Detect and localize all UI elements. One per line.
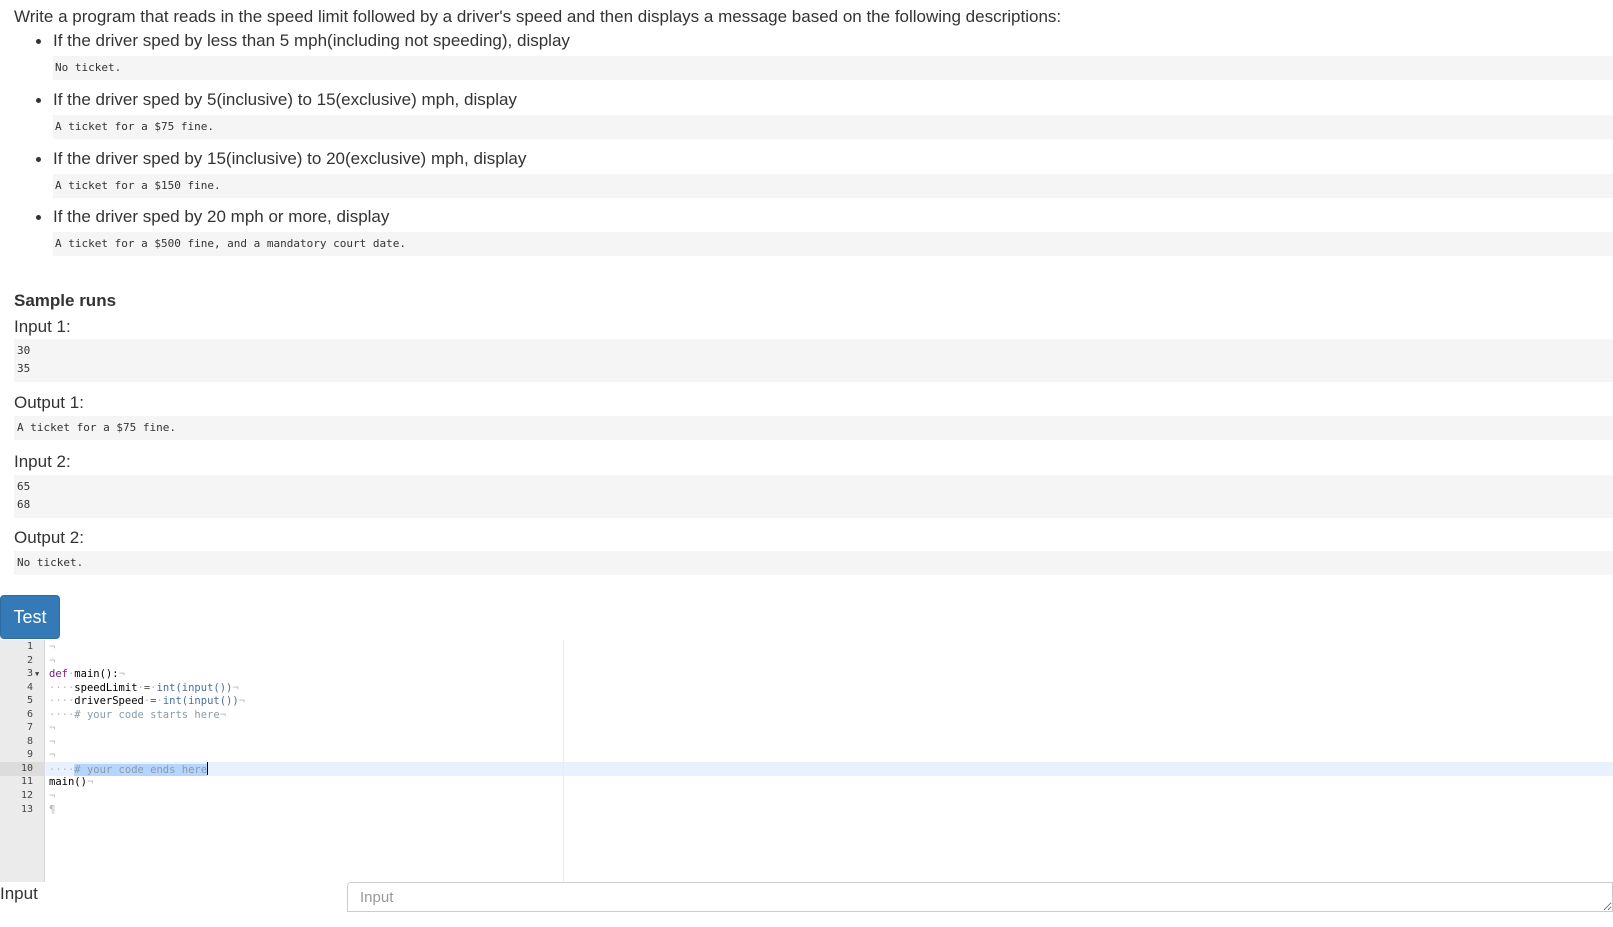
sample-runs-heading: Sample runs bbox=[14, 291, 117, 310]
comment-start: # your code starts here bbox=[74, 709, 220, 721]
speed-limit-var: speedLimit bbox=[74, 682, 138, 694]
active-line-highlight bbox=[0, 762, 1613, 776]
input2-label: Input 2: bbox=[14, 452, 71, 471]
problem-intro: Write a program that reads in the speed … bbox=[14, 7, 1062, 26]
rule-text: If the driver sped by less than 5 mph(in… bbox=[53, 31, 570, 50]
comment-end: # your code ends here bbox=[74, 764, 208, 776]
bullet bbox=[36, 157, 41, 162]
line-number: 1 bbox=[26, 641, 33, 652]
bullet bbox=[36, 215, 41, 220]
code-line: ¬ bbox=[49, 655, 56, 667]
output1-block: A ticket for a $75 fine. bbox=[14, 416, 1613, 440]
rule-output: A ticket for a $75 fine. bbox=[53, 115, 1613, 139]
line-number: 6 bbox=[26, 709, 33, 720]
text-cursor bbox=[207, 762, 209, 775]
rule-text: If the driver sped by 20 mph or more, di… bbox=[53, 207, 390, 226]
code-line: main()¬ bbox=[49, 776, 94, 788]
output2-label: Output 2: bbox=[14, 528, 84, 547]
output1-label: Output 1: bbox=[14, 393, 84, 412]
line-number: 13 bbox=[20, 804, 33, 815]
code-line: ¬ bbox=[49, 722, 56, 734]
input2-block: 65 68 bbox=[14, 475, 1613, 518]
rule-text: If the driver sped by 15(inclusive) to 2… bbox=[53, 149, 527, 168]
input1-block: 30 35 bbox=[14, 339, 1613, 382]
rule-text: If the driver sped by 5(inclusive) to 15… bbox=[53, 90, 517, 109]
input1-label: Input 1: bbox=[14, 317, 71, 336]
line-number: 7 bbox=[26, 722, 33, 733]
rule-output: No ticket. bbox=[53, 56, 1613, 80]
code-line: ····speedLimit·=·int(input())¬ bbox=[49, 682, 239, 694]
output2-block: No ticket. bbox=[14, 551, 1613, 575]
keyword-def: def bbox=[49, 668, 68, 680]
input-label: Input bbox=[0, 884, 38, 903]
line-number: 4 bbox=[26, 682, 33, 693]
bullet bbox=[36, 98, 41, 103]
driver-speed-expr: int(input()) bbox=[162, 695, 239, 707]
main-call: main() bbox=[49, 776, 87, 788]
print-margin bbox=[563, 640, 564, 882]
code-line: ¬ bbox=[49, 641, 56, 653]
line-number: 3 bbox=[26, 668, 33, 679]
code-line: ¬ bbox=[49, 736, 56, 748]
speed-limit-expr: int(input()) bbox=[156, 682, 233, 694]
code-line: ¶ bbox=[49, 804, 56, 816]
driver-speed-var: driverSpeed bbox=[74, 695, 144, 707]
bullet bbox=[36, 39, 41, 44]
line-number: 12 bbox=[20, 790, 33, 801]
code-line: ¬ bbox=[49, 749, 56, 761]
code-line: def·main():¬ bbox=[49, 668, 125, 680]
main-signature: main(): bbox=[74, 668, 119, 680]
line-number: 2 bbox=[26, 655, 33, 666]
line-number: 11 bbox=[20, 776, 33, 787]
test-button[interactable]: Test bbox=[0, 595, 60, 639]
input-field[interactable] bbox=[347, 882, 1613, 912]
rule-output: A ticket for a $500 fine, and a mandator… bbox=[53, 232, 1613, 256]
line-number: 9 bbox=[26, 749, 33, 760]
code-line: ····# your code starts here¬ bbox=[49, 709, 227, 721]
line-number: 8 bbox=[26, 736, 33, 747]
code-line: ¬ bbox=[49, 790, 56, 802]
code-line: ····driverSpeed·=·int(input())¬ bbox=[49, 695, 246, 707]
code-editor[interactable]: 1 2 3 4 5 6 7 8 9 10 11 12 13 ▼ ¬ ¬ def·… bbox=[0, 640, 1613, 882]
fold-arrow-icon[interactable]: ▼ bbox=[35, 670, 39, 678]
line-number: 10 bbox=[20, 763, 33, 774]
line-number: 5 bbox=[26, 695, 33, 706]
rule-output: A ticket for a $150 fine. bbox=[53, 174, 1613, 198]
